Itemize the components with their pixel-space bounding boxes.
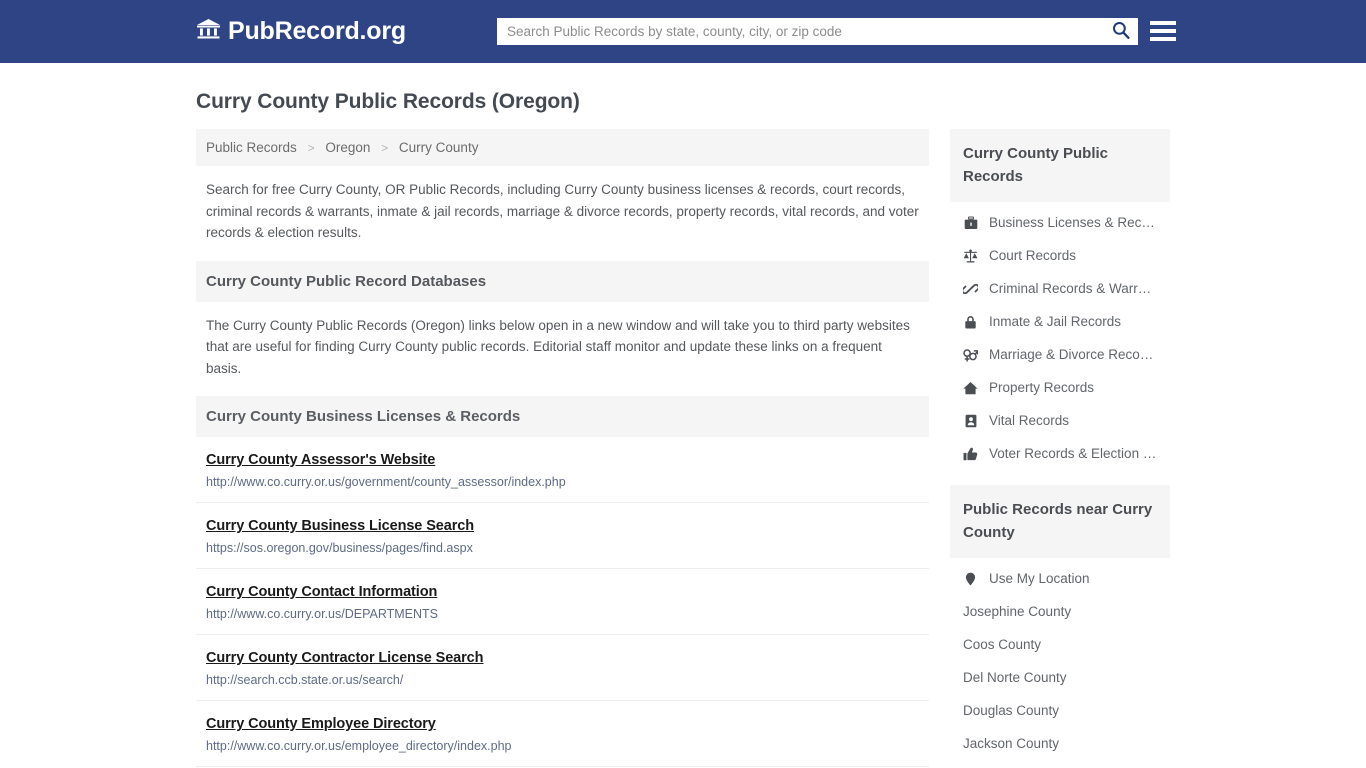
search-bar [497,18,1138,45]
home-icon [963,381,978,395]
record-link-item: Curry County Contractor License Search h… [196,635,929,701]
sidebar-item-use-my-location[interactable]: Use My Location [950,562,1170,595]
records-panel-heading: Curry County Public Records [950,129,1170,202]
page-title: Curry County Public Records (Oregon) [196,90,580,113]
sidebar-item-label: Jackson County [963,736,1060,751]
sidebar-item-label: Vital Records [989,413,1070,428]
sidebar-item-court-records[interactable]: Court Records [950,239,1170,272]
record-link-item: Curry County Business License Search htt… [196,503,929,569]
record-link-url[interactable]: https://sos.oregon.gov/business/pages/fi… [206,541,919,555]
breadcrumb-separator: > [307,141,315,155]
sidebar-item-douglas-county[interactable]: Douglas County [950,694,1170,727]
sidebar: Curry County Public Records Business Lic… [950,129,1170,760]
main-column: Public Records > Oregon > Curry County S… [196,129,929,768]
thumbs-up-icon [963,447,978,461]
site-logo[interactable]: PubRecord.org [196,18,406,46]
hamburger-menu-icon[interactable] [1150,18,1176,44]
intro-paragraph: Search for free Curry County, OR Public … [206,182,919,240]
nearby-panel-list: Use My Location Josephine County Coos Co… [950,558,1170,760]
search-input[interactable] [497,18,1104,45]
record-link-url[interactable]: http://www.co.curry.or.us/DEPARTMENTS [206,607,919,621]
sidebar-item-vital-records[interactable]: Vital Records [950,404,1170,437]
databases-description: The Curry County Public Records (Oregon)… [206,317,910,376]
sidebar-item-label: Douglas County [963,703,1060,718]
hamburger-bar [1150,37,1176,41]
sidebar-item-business-licenses[interactable]: Business Licenses & Records [950,206,1170,239]
record-link-title[interactable]: Curry County Business License Search [206,518,474,534]
databases-section-heading: Curry County Public Record Databases [196,260,929,302]
sidebar-item-del-norte-county[interactable]: Del Norte County [950,661,1170,694]
briefcase-icon [963,215,978,230]
page-container: Curry County Public Records (Oregon) Pub… [0,90,1366,768]
breadcrumb-separator: > [381,141,389,155]
site-header: PubRecord.org [0,0,1366,63]
breadcrumb-item-oregon[interactable]: Oregon [325,140,370,155]
business-section-heading: Curry County Business Licenses & Records [196,396,929,437]
record-link-item: Curry County Contact Information http://… [196,569,929,635]
hamburger-bar [1150,29,1176,33]
id-badge-icon [963,414,978,428]
site-logo-text: PubRecord.org [228,17,406,45]
venus-mars-icon [963,348,978,362]
breadcrumb-item-public-records[interactable]: Public Records [206,140,297,155]
sidebar-item-josephine-county[interactable]: Josephine County [950,595,1170,628]
balance-scale-icon [963,249,978,263]
nearby-panel-heading: Public Records near Curry County [950,485,1170,558]
sidebar-item-label: Josephine County [963,604,1072,619]
search-button[interactable] [1104,18,1138,45]
sidebar-item-voter-records[interactable]: Voter Records & Election R… [950,437,1170,470]
record-link-item: Curry County Assessor's Website http://w… [196,437,929,503]
sidebar-item-label: Court Records [989,248,1077,263]
breadcrumb: Public Records > Oregon > Curry County [196,129,929,166]
hamburger-bar [1150,21,1176,25]
records-panel-list: Business Licenses & Records Court Record… [950,202,1170,470]
sidebar-item-coos-county[interactable]: Coos County [950,628,1170,661]
breadcrumb-item-curry-county[interactable]: Curry County [399,140,479,155]
sidebar-item-label: Use My Location [989,571,1090,586]
record-link-title[interactable]: Curry County Assessor's Website [206,452,435,468]
chain-link-icon [963,282,978,296]
sidebar-item-jackson-county[interactable]: Jackson County [950,727,1170,760]
sidebar-item-label: Criminal Records & Warrants [989,281,1157,296]
sidebar-item-label: Coos County [963,637,1042,652]
nearby-panel: Public Records near Curry County Use My … [950,485,1170,760]
bank-building-icon [196,18,221,46]
lock-icon [963,315,978,329]
sidebar-item-label: Inmate & Jail Records [989,314,1122,329]
record-link-title[interactable]: Curry County Contact Information [206,584,437,600]
map-pin-icon [963,572,978,586]
record-link-url[interactable]: http://www.co.curry.or.us/government/cou… [206,475,919,489]
record-link-title[interactable]: Curry County Employee Directory [206,716,436,732]
sidebar-item-label: Marriage & Divorce Records [989,347,1157,362]
record-link-item: Curry County Employee Directory http://w… [196,701,929,767]
record-link-url[interactable]: http://www.co.curry.or.us/employee_direc… [206,739,919,753]
content-columns: Public Records > Oregon > Curry County S… [196,129,1170,768]
sidebar-item-property-records[interactable]: Property Records [950,371,1170,404]
search-icon [1112,21,1130,42]
record-link-url[interactable]: http://search.ccb.state.or.us/search/ [206,673,919,687]
sidebar-item-label: Business Licenses & Records [989,215,1157,230]
sidebar-item-criminal-records[interactable]: Criminal Records & Warrants [950,272,1170,305]
record-link-title[interactable]: Curry County Contractor License Search [206,650,484,666]
sidebar-item-marriage-divorce-records[interactable]: Marriage & Divorce Records [950,338,1170,371]
sidebar-item-label: Property Records [989,380,1095,395]
sidebar-item-inmate-jail-records[interactable]: Inmate & Jail Records [950,305,1170,338]
sidebar-item-label: Del Norte County [963,670,1067,685]
sidebar-item-label: Voter Records & Election R… [989,446,1157,461]
